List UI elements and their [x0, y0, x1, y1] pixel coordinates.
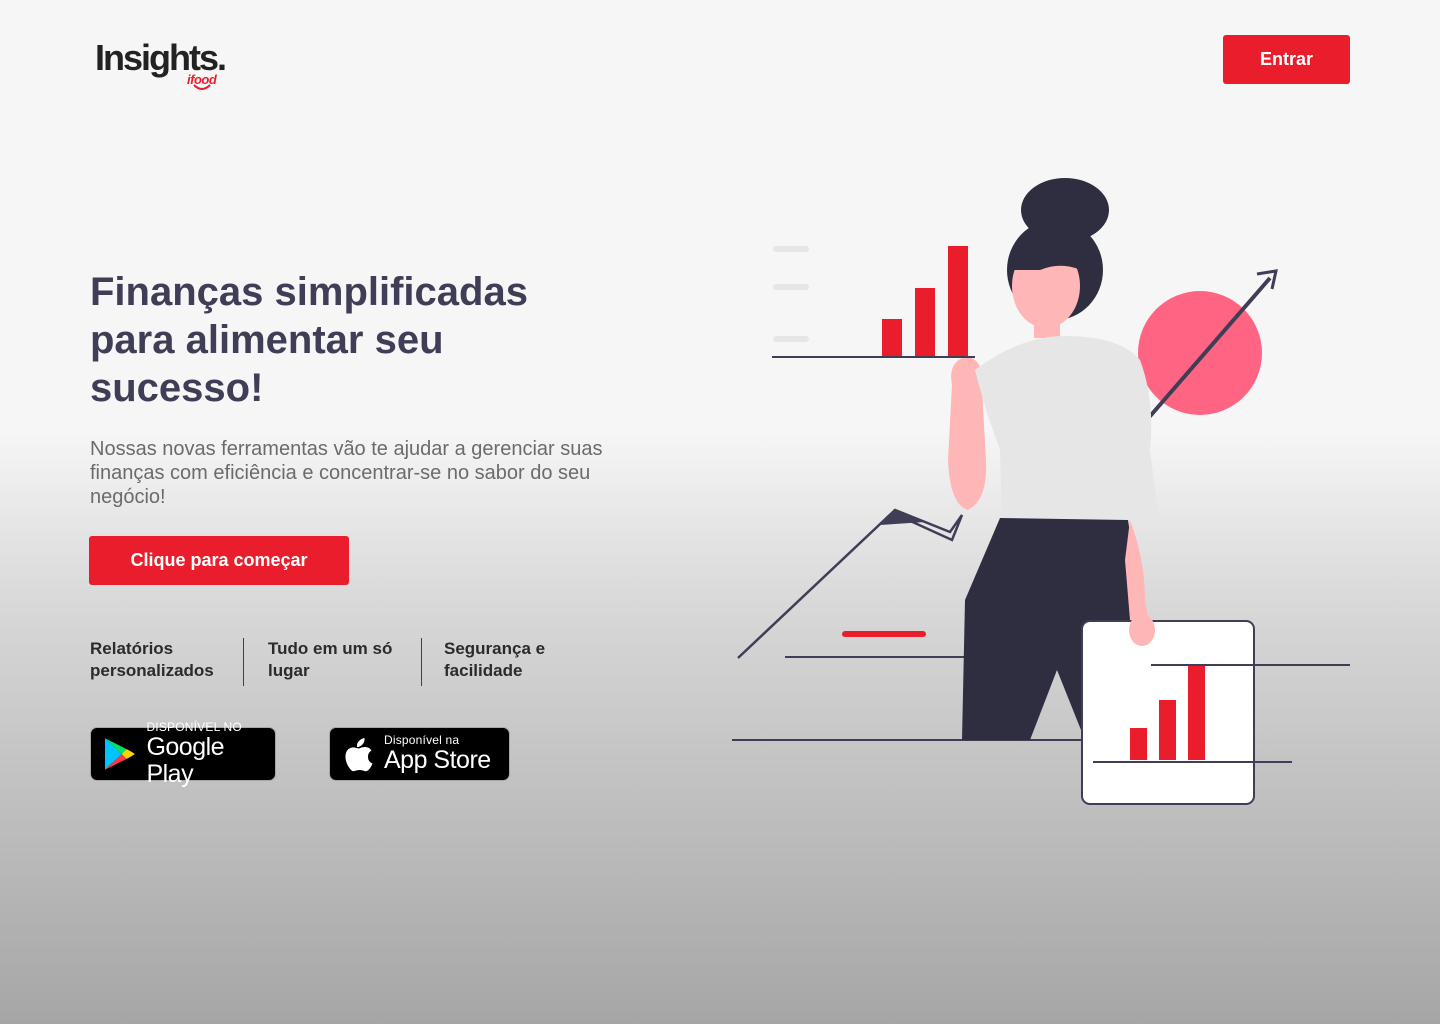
title-line-2: para alimentar seu	[90, 318, 444, 362]
login-button[interactable]: Entrar	[1223, 35, 1350, 84]
title-line-3: sucesso!	[90, 366, 264, 410]
app-store-badge[interactable]: Disponível na App Store	[329, 727, 510, 781]
feature-custom-reports: Relatórios personalizados	[90, 638, 243, 686]
finance-illustration	[732, 178, 1350, 805]
top-bar-chart-illustration	[772, 246, 975, 358]
feature-label: Tudo em um só	[268, 639, 393, 658]
feature-label: Segurança e	[444, 639, 546, 658]
get-started-button[interactable]: Clique para começar	[89, 536, 349, 585]
feature-all-in-one: Tudo em um só lugar	[243, 638, 421, 686]
apple-icon	[345, 738, 373, 772]
badge-small-text: DISPONÍVEL NO	[146, 719, 242, 734]
feature-label: facilidade	[444, 661, 523, 680]
feature-label: personalizados	[90, 661, 214, 680]
google-play-icon	[104, 738, 135, 770]
hero-description: Nossas novas ferramentas vão te ajudar a…	[90, 438, 603, 508]
insights-ifood-logo[interactable]: Insights. ifood	[95, 38, 227, 94]
small-board-illustration	[1081, 620, 1350, 805]
features-list: Relatórios personalizados Tudo em um só …	[90, 638, 571, 686]
google-play-badge[interactable]: DISPONÍVEL NO Google Play	[90, 720, 276, 787]
title-line-1: Finanças simplificadas	[90, 270, 528, 314]
page-title: Finanças simplificadas para alimentar se…	[90, 268, 590, 412]
feature-security: Segurança e facilidade	[421, 638, 571, 686]
badge-big-text: Google Play	[146, 732, 225, 788]
smile-icon	[193, 84, 211, 90]
feature-label: Relatórios	[90, 639, 174, 658]
badge-big-text: App Store	[384, 746, 491, 774]
feature-label: lugar	[268, 661, 310, 680]
